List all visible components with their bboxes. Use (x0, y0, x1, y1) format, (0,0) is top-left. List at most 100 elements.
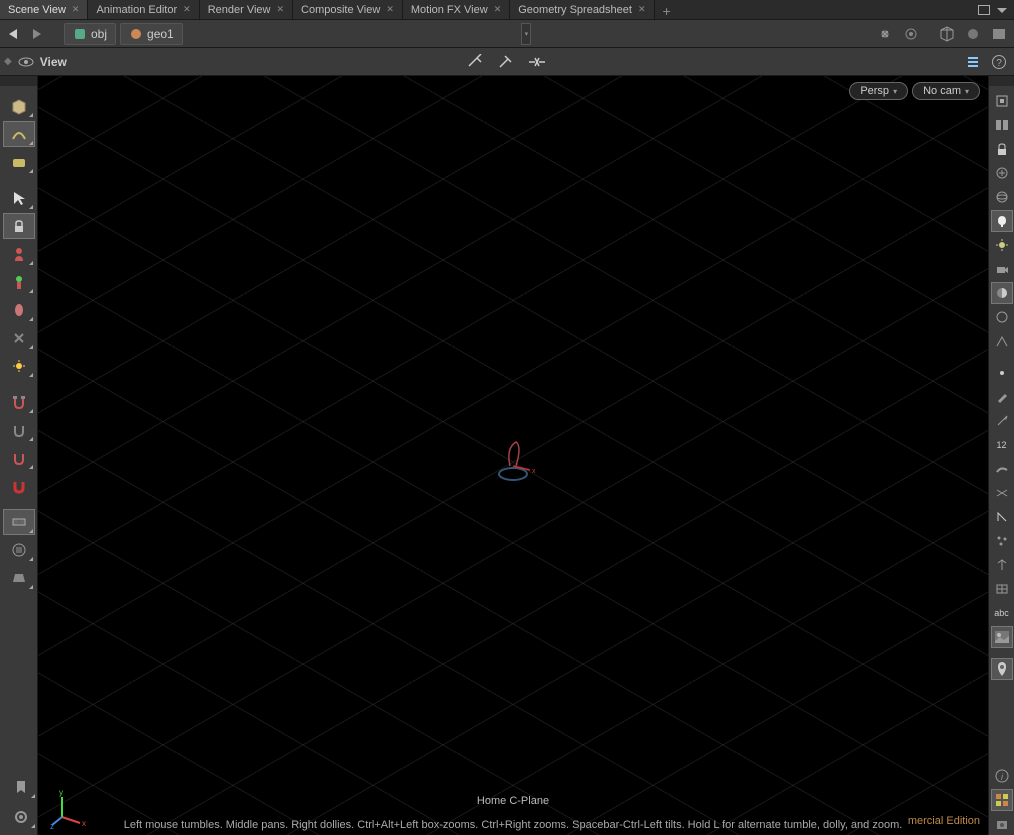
pane-menu-icon[interactable] (994, 3, 1010, 17)
paint-tool[interactable] (3, 149, 35, 175)
camera-menu[interactable]: Persp (849, 82, 908, 100)
handle-icon[interactable]: ◆ (4, 56, 12, 67)
handles-icon[interactable] (991, 554, 1013, 576)
close-icon[interactable]: ✕ (72, 4, 80, 15)
left-toolbar (0, 76, 38, 835)
tab-label: Geometry Spreadsheet (518, 4, 632, 16)
field-guide-icon[interactable] (991, 578, 1013, 600)
tab-motion-fx-view[interactable]: Motion FX View✕ (403, 0, 510, 19)
globe-icon[interactable] (991, 186, 1013, 208)
tab-scene-view[interactable]: Scene View ✕ (0, 0, 88, 19)
viewport-3d[interactable]: Persp No cam x Home C-Plane Left mouse t… (38, 76, 988, 835)
eye-icon (18, 56, 34, 68)
trail-icon[interactable] (991, 482, 1013, 504)
sweep-icon[interactable] (991, 458, 1013, 480)
tab-label: Render View (208, 4, 271, 16)
particles-icon[interactable] (991, 530, 1013, 552)
panel-icon[interactable] (988, 23, 1010, 45)
headlight-icon[interactable] (991, 234, 1013, 256)
path-label: geo1 (147, 27, 174, 41)
tab-animation-editor[interactable]: Animation Editor✕ (88, 0, 199, 19)
view-options-icon[interactable] (962, 51, 984, 73)
close-icon[interactable]: ✕ (386, 4, 394, 15)
close-icon[interactable]: ✕ (183, 4, 191, 15)
path-label: obj (91, 27, 107, 41)
bg-image-icon[interactable] (991, 626, 1013, 648)
path-bar: obj geo1 ▾ (0, 20, 1014, 48)
constraint-tool[interactable] (3, 325, 35, 351)
svg-text:i: i (1001, 772, 1004, 782)
close-icon[interactable]: ✕ (638, 4, 646, 15)
camera-select[interactable]: No cam (912, 82, 980, 100)
box-tool[interactable] (3, 93, 35, 119)
snap-tool[interactable] (3, 389, 35, 415)
path-dropdown[interactable]: ▾ (521, 23, 531, 45)
tab-render-view[interactable]: Render View ✕ (200, 0, 293, 19)
camera-select-label: No cam (923, 85, 961, 97)
view-header: ◆ View ? (0, 48, 1014, 76)
handle-tool-2-icon[interactable] (496, 51, 518, 73)
display-options-icon[interactable] (936, 23, 958, 45)
tab-composite-view[interactable]: Composite View✕ (293, 0, 403, 19)
lock-view-icon[interactable] (991, 138, 1013, 160)
add-tab-button[interactable]: + (655, 0, 679, 19)
svg-text:y: y (59, 789, 63, 797)
bone-tool[interactable] (3, 269, 35, 295)
snap-grid-tool[interactable] (3, 417, 35, 443)
snap-curve-tool[interactable] (3, 445, 35, 471)
camera-icon[interactable] (991, 258, 1013, 280)
dot-icon[interactable] (991, 362, 1013, 384)
character-tool[interactable] (3, 241, 35, 267)
back-button[interactable] (4, 24, 24, 44)
xray-icon[interactable] (991, 330, 1013, 352)
label-icon[interactable]: abc (991, 602, 1013, 624)
pane-tabs: Scene View ✕ Animation Editor✕ Render Vie… (0, 0, 1014, 20)
muscle-tool[interactable] (3, 297, 35, 323)
info-icon[interactable]: i (991, 765, 1013, 787)
lock-tool[interactable] (3, 213, 35, 239)
render-region-tool[interactable] (3, 537, 35, 563)
shading-icon[interactable] (991, 282, 1013, 304)
snap-point-tool[interactable] (3, 473, 35, 499)
cog-tool[interactable] (5, 804, 37, 830)
render-icon[interactable] (962, 23, 984, 45)
pin-icon[interactable] (874, 23, 896, 45)
view-title: View (40, 55, 67, 69)
home-icon[interactable] (991, 90, 1013, 112)
tab-label: Scene View (8, 4, 66, 16)
wireframe-icon[interactable] (991, 306, 1013, 328)
path-segment-geo1[interactable]: geo1 (120, 23, 183, 45)
color-grid-icon[interactable] (991, 789, 1013, 811)
select-tool[interactable] (3, 185, 35, 211)
right-toolbar: 12 abc i (988, 76, 1014, 835)
layout-icon[interactable] (991, 114, 1013, 136)
cplane-label: Home C-Plane (38, 795, 988, 807)
help-icon[interactable]: ? (988, 51, 1010, 73)
path-segment-obj[interactable]: obj (64, 23, 116, 45)
viewport-hint: Left mouse tumbles. Middle pans. Right d… (38, 815, 988, 835)
ghost-icon[interactable] (991, 162, 1013, 184)
maximize-pane-icon[interactable] (976, 3, 992, 17)
main-area: Persp No cam x Home C-Plane Left mouse t… (0, 76, 1014, 835)
curve-tool[interactable] (3, 121, 35, 147)
brush-icon[interactable] (991, 386, 1013, 408)
marker-icon[interactable] (991, 658, 1013, 680)
svg-text:z: z (50, 822, 54, 829)
gnomon-icon[interactable] (991, 506, 1013, 528)
flipbook-tool[interactable] (3, 565, 35, 591)
numbers-icon[interactable]: 12 (991, 434, 1013, 456)
lighting-icon[interactable] (991, 210, 1013, 232)
display-opts-icon[interactable] (991, 813, 1013, 835)
dropper-icon[interactable] (991, 410, 1013, 432)
forward-button[interactable] (28, 24, 48, 44)
bookmark-tool[interactable] (5, 774, 37, 800)
follow-icon[interactable] (900, 23, 922, 45)
view-tool[interactable] (3, 509, 35, 535)
handle-tool-icon[interactable] (466, 51, 488, 73)
geo-icon (129, 27, 143, 41)
close-icon[interactable]: ✕ (494, 4, 502, 15)
close-icon[interactable]: ✕ (276, 4, 284, 15)
tab-geometry-spreadsheet[interactable]: Geometry Spreadsheet ✕ (510, 0, 654, 19)
light-tool[interactable] (3, 353, 35, 379)
handle-tool-3-icon[interactable] (526, 51, 548, 73)
